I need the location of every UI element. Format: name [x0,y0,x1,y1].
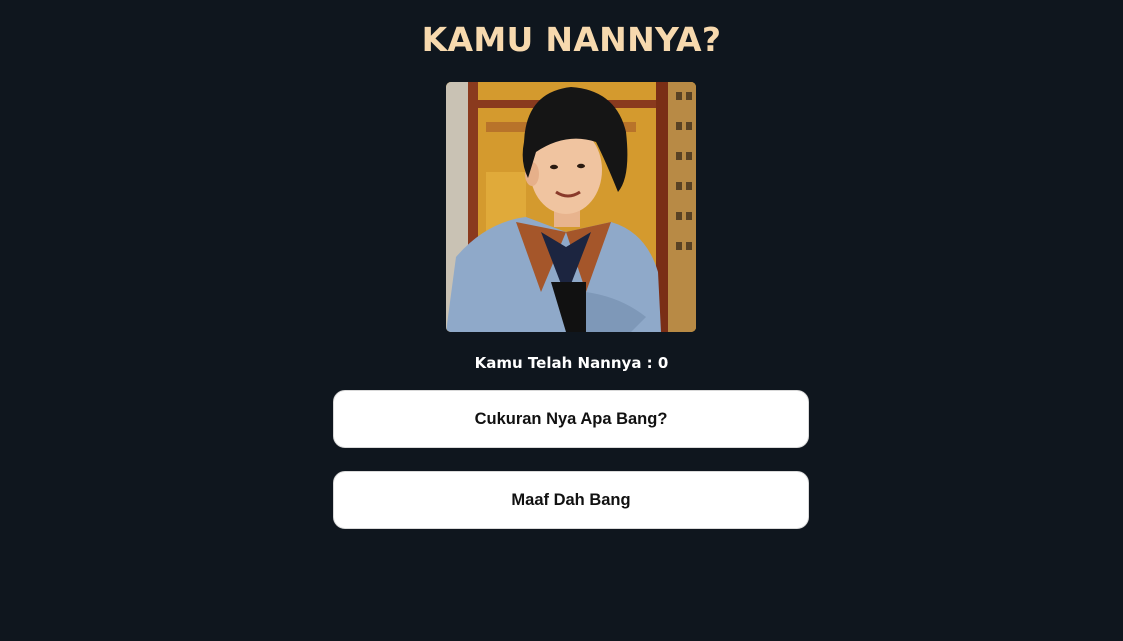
apology-button[interactable]: Maaf Dah Bang [333,471,809,529]
page-title: KAMU NANNYA? [421,20,722,59]
ask-counter: Kamu Telah Nannya : 0 [474,354,669,372]
portrait-illustration [446,82,696,332]
page: KAMU NANNYA? Kamu Telah Nannya: 0 Cukur… [0,0,1123,641]
portrait-image [446,82,696,332]
haircut-question-button[interactable]: Cukuran Nya Apa Bang? [333,390,809,448]
